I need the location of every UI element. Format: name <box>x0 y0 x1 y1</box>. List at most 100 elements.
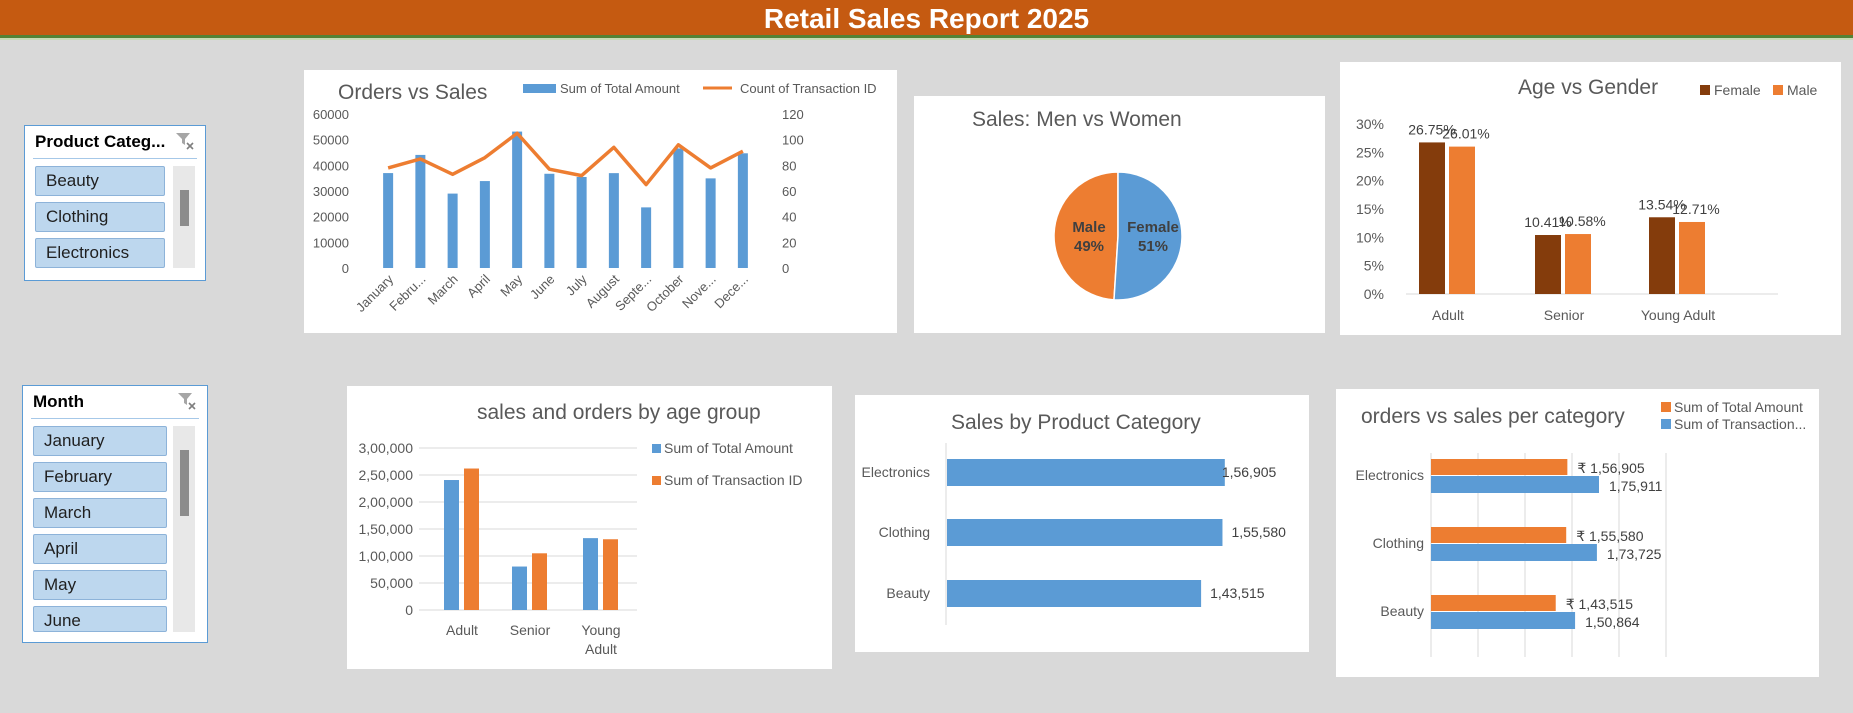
y2-tick-label: 20 <box>782 235 796 250</box>
y-tick-label: 1,00,000 <box>359 548 414 564</box>
y-tick-label: 10% <box>1356 229 1384 245</box>
pie-label-name: Male <box>1072 219 1105 236</box>
bar-sales <box>583 538 598 610</box>
slicer-item-electronics[interactable]: Electronics <box>35 238 165 268</box>
bar-orders <box>1431 612 1576 629</box>
bar-sales <box>512 566 527 610</box>
bar-orders <box>1431 476 1599 493</box>
y-tick-label: 0% <box>1364 286 1384 302</box>
x-tick-label: Dece... <box>711 272 751 312</box>
legend-label: Female <box>1714 82 1761 98</box>
y-tick-label: 3,00,000 <box>359 440 414 456</box>
bar-orders <box>464 468 479 610</box>
y-tick-label: 50000 <box>313 133 349 148</box>
y-tick-label: 5% <box>1364 258 1384 274</box>
y2-tick-label: 40 <box>782 210 796 225</box>
bar-sales <box>705 178 716 268</box>
pie-label-name: Female <box>1127 219 1179 236</box>
bar-sales <box>544 173 555 268</box>
slicer-item-february[interactable]: February <box>33 462 167 492</box>
bar-sales <box>947 519 1223 546</box>
y-tick-label: 50,000 <box>370 575 413 591</box>
data-label: 12.71% <box>1672 201 1719 217</box>
slicer-scroll-thumb[interactable] <box>180 190 189 226</box>
y-tick-label: 2,00,000 <box>359 494 414 510</box>
report-title: Retail Sales Report 2025 <box>763 3 1090 34</box>
sales-orders-age-group-chart[interactable]: sales and orders by age group Sum of Tota… <box>347 386 832 669</box>
x-tick-label: May <box>497 271 525 299</box>
chart-title: Age vs Gender <box>1518 76 1658 99</box>
bar-male <box>1679 221 1705 294</box>
y-tick-label: 15% <box>1356 201 1384 217</box>
y-tick-label: Clothing <box>1373 535 1424 551</box>
slicer-scrollbar[interactable] <box>173 166 195 268</box>
legend-swatch-sales <box>523 84 556 93</box>
y2-tick-label: 100 <box>782 133 804 148</box>
x-tick-label: Young Adult <box>1641 307 1715 323</box>
bar-sales <box>512 131 523 268</box>
bar-sales <box>673 148 684 268</box>
slicer-item-march[interactable]: March <box>33 498 167 528</box>
filter-clear-icon[interactable] <box>175 131 195 151</box>
y2-tick-label: 60 <box>782 184 796 199</box>
bar-sales <box>737 153 748 268</box>
slicer-scrollbar[interactable] <box>173 426 195 632</box>
slicer-title: Month <box>33 392 84 411</box>
slicer-item-clothing[interactable]: Clothing <box>35 202 165 232</box>
slicer-item-june[interactable]: June <box>33 606 167 632</box>
orders-vs-sales-category-chart[interactable]: orders vs sales per category Sum of Total… <box>1336 389 1819 677</box>
y-tick-label: Electronics <box>862 464 930 480</box>
bar-sales <box>447 193 458 268</box>
data-label: ₹ 1,55,580 <box>1576 528 1644 544</box>
legend-swatch-orders <box>1661 419 1671 429</box>
orders-vs-sales-chart[interactable]: Orders vs Sales Sum of Total Amount Count … <box>304 70 897 333</box>
x-tick-label: Adult <box>585 641 617 657</box>
legend-swatch-female <box>1700 85 1710 95</box>
slicer-header: Month <box>31 386 199 419</box>
slicer-item-january[interactable]: January <box>33 426 167 456</box>
sales-by-category-chart[interactable]: Sales by Product Category Electronics 1,56… <box>855 395 1309 652</box>
slicer-item-beauty[interactable]: Beauty <box>35 166 165 196</box>
age-vs-gender-chart[interactable]: Age vs Gender Female Male 30% 25% 20% 15% 10% 5%… <box>1340 62 1841 335</box>
x-tick-label: Senior <box>1544 307 1585 323</box>
legend-label: Sum of Total Amount <box>664 440 793 456</box>
slicer-item-april[interactable]: April <box>33 534 167 564</box>
legend-swatch-male <box>1773 85 1783 95</box>
slicer-scroll-thumb[interactable] <box>180 450 189 516</box>
x-tick-label: March <box>425 272 461 308</box>
legend-label: Sum of Transaction ID <box>664 472 803 488</box>
chart-title: Orders vs Sales <box>338 81 487 104</box>
bar-sales <box>1431 595 1556 611</box>
line-transaction-count <box>387 131 744 187</box>
bar-sales <box>608 173 619 268</box>
men-vs-women-chart[interactable]: Sales: Men vs Women Male 49% Female 51% <box>914 96 1325 333</box>
bar-sales <box>383 173 394 268</box>
y-tick-label: Electronics <box>1356 467 1424 483</box>
data-label: 1,56,905 <box>1222 464 1277 480</box>
filter-clear-icon[interactable] <box>177 391 197 411</box>
legend-swatch-sales <box>1661 402 1671 412</box>
report-banner: Retail Sales Report 2025 <box>0 0 1853 38</box>
y-tick-label: 30% <box>1356 116 1384 132</box>
legend-label: Sum of Total Amount <box>560 81 680 96</box>
data-label: 1,50,864 <box>1585 614 1640 630</box>
y2-tick-label: 0 <box>782 261 789 276</box>
y-tick-label: 10000 <box>313 235 349 250</box>
y-tick-label: 1,50,000 <box>359 521 414 537</box>
bar-sales <box>415 154 426 268</box>
legend-swatch-sales <box>652 444 661 453</box>
y-tick-label: Beauty <box>886 585 930 601</box>
slicer-item-may[interactable]: May <box>33 570 167 600</box>
bar-orders <box>532 553 547 610</box>
y-tick-label: 20% <box>1356 173 1384 189</box>
data-label: 10.58% <box>1558 213 1605 229</box>
data-label: 1,43,515 <box>1210 585 1265 601</box>
pie-slice-female <box>1113 171 1183 301</box>
chart-title: orders vs sales per category <box>1361 405 1625 428</box>
y2-tick-label: 120 <box>782 107 804 122</box>
x-tick-label: Nove... <box>679 272 719 312</box>
legend-swatch-orders <box>652 476 661 485</box>
bar-sales <box>1431 527 1567 543</box>
bar-sales <box>641 207 652 268</box>
orders-vs-sales-category-svg: orders vs sales per category Sum of Total… <box>1356 399 1806 657</box>
